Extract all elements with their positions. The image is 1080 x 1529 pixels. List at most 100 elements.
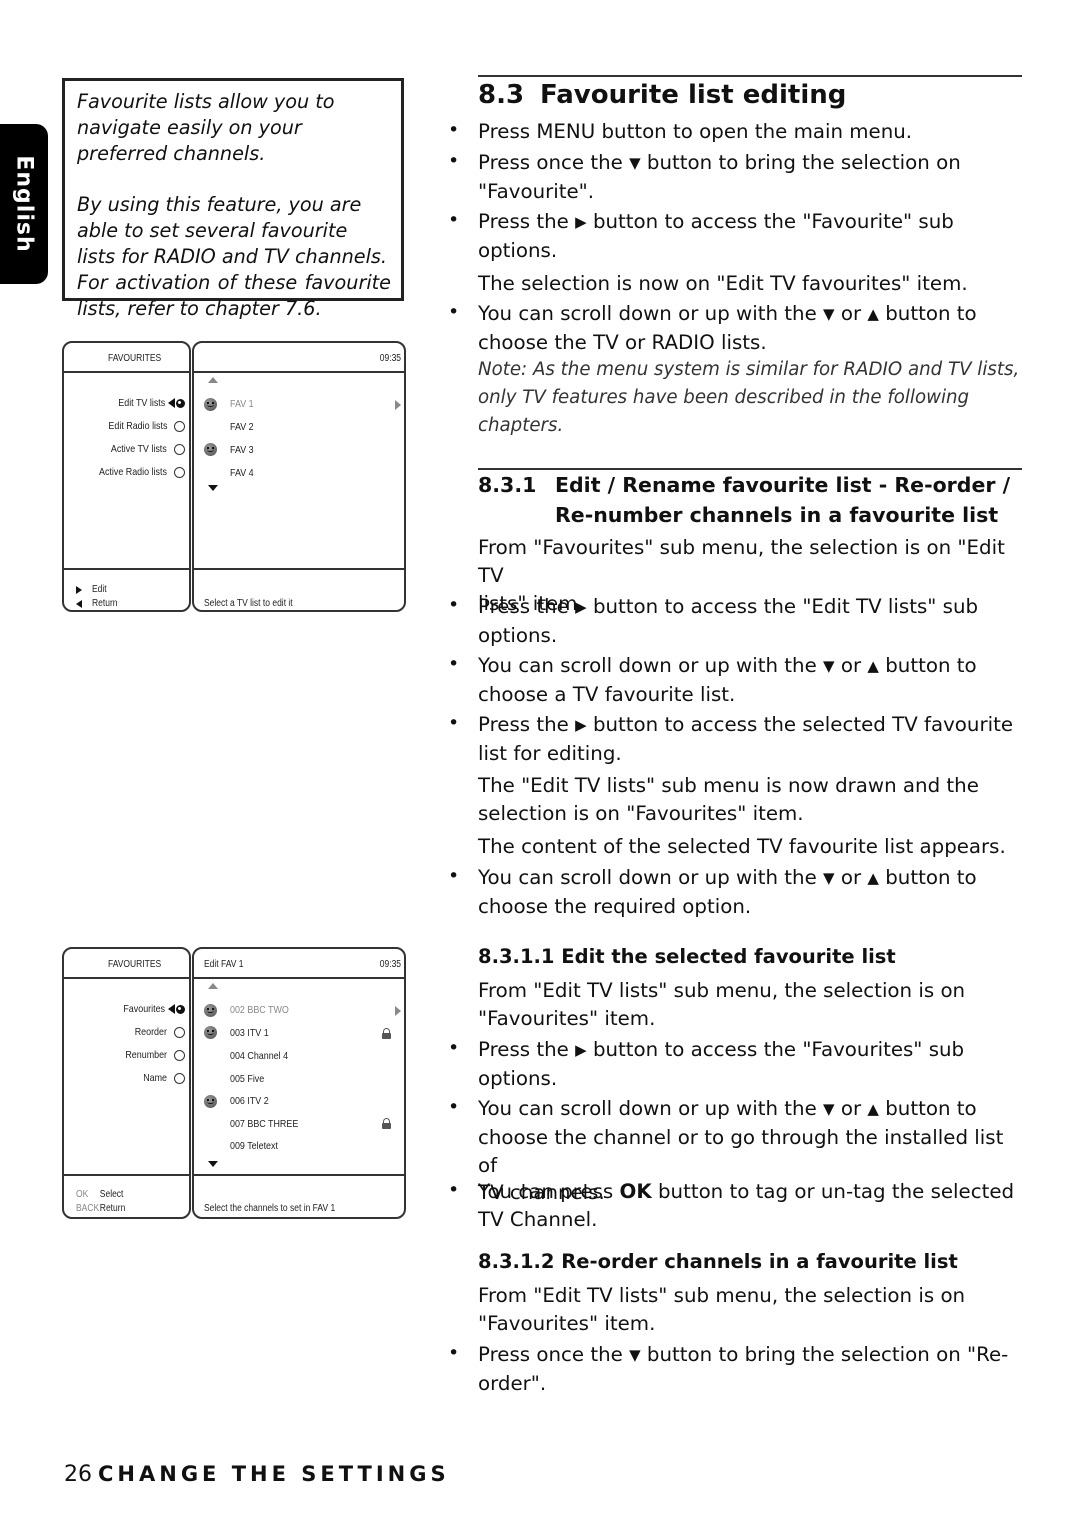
menu-item-reorder[interactable]: Reorder	[129, 1026, 185, 1038]
footer-key-select: OK Select	[76, 1189, 124, 1200]
selection-info: The selection is now on "Edit TV favouri…	[478, 272, 968, 295]
step-select-favourite: Press once the ▼ button to bring the sel…	[478, 151, 961, 203]
right-arrow-icon: ▶	[575, 598, 587, 616]
bullet: •	[448, 653, 460, 675]
down-arrow-icon: ▼	[823, 305, 835, 323]
up-arrow-icon: ▲	[867, 1100, 879, 1118]
radio-icon	[174, 466, 185, 478]
channel-item[interactable]: 005 Five	[230, 1073, 264, 1085]
channel-item[interactable]: 009 Teletext	[230, 1140, 278, 1152]
radio-icon	[174, 443, 185, 455]
intro-paragraph-1: Favourite lists allow you to navigate ea…	[77, 90, 335, 165]
bullet: •	[448, 301, 460, 323]
step: You can scroll down or up with the ▼ or …	[478, 654, 977, 706]
intro-paragraph-2: By using this feature, you are able to s…	[77, 193, 388, 268]
scroll-up-icon[interactable]	[208, 377, 218, 383]
scroll-down-icon[interactable]	[208, 1161, 218, 1167]
clock: 09:35	[379, 353, 401, 364]
menu-right-pane: Edit FAV 1 09:35 002 BBC TWO 003 ITV 1 0…	[192, 947, 406, 1219]
menu-item-active-tv-lists[interactable]: Active TV lists	[101, 443, 185, 455]
scroll-up-icon[interactable]	[208, 983, 218, 989]
channel-item[interactable]: 004 Channel 4	[230, 1050, 288, 1062]
tv-menu-screenshot-edit-fav: FAVOURITES Favourites Reorder Renumber N…	[62, 947, 406, 1219]
channel-item[interactable]: 003 ITV 1	[230, 1027, 269, 1039]
ok-key-label: OK	[619, 1180, 652, 1203]
left-pane-header: FAVOURITES	[108, 959, 162, 970]
intro-paragraph-3: For activation of these favourite lists,…	[77, 271, 391, 320]
bullet: •	[448, 594, 460, 616]
down-arrow-icon: ▼	[629, 154, 641, 172]
step: Press once the ▼ button to bring the sel…	[478, 1343, 1009, 1395]
menu-left-pane: FAVOURITES Favourites Reorder Renumber N…	[62, 947, 191, 1219]
menu-item-edit-tv-lists[interactable]: Edit TV lists	[110, 397, 185, 409]
up-arrow-icon: ▲	[867, 869, 879, 887]
right-arrow-icon	[76, 585, 82, 594]
list-item[interactable]: FAV 2	[230, 421, 254, 433]
radio-icon	[174, 1072, 185, 1084]
menu-item-name[interactable]: Name	[139, 1072, 185, 1084]
menu-item-active-radio-lists[interactable]: Active Radio lists	[87, 466, 185, 478]
right-arrow-icon: ▶	[575, 716, 587, 734]
step: You can scroll down or up with the ▼ or …	[478, 866, 977, 918]
radio-icon	[174, 1049, 185, 1061]
left-arrow-icon	[76, 599, 82, 608]
bullet: •	[448, 1037, 460, 1059]
radio-icon	[174, 420, 185, 432]
page-footer: 26 CHANGE THE SETTINGS	[64, 1462, 450, 1487]
bullet: •	[448, 1342, 460, 1364]
footer-key-return: BACKReturn	[76, 1203, 126, 1214]
radio-icon	[174, 1026, 185, 1038]
down-arrow-icon: ▼	[823, 869, 835, 887]
smiley-tag-icon	[204, 1004, 217, 1017]
smiley-tag-icon	[204, 398, 217, 411]
section-heading-8-3-1: 8.3.1 Edit / Rename favourite list - Re-o…	[478, 473, 1011, 527]
footer-key-edit: Edit	[76, 584, 109, 595]
note-text: Note: As the menu system is similar for …	[478, 359, 1020, 436]
right-arrow-icon	[395, 400, 401, 410]
list-item[interactable]: FAV 3	[230, 444, 254, 456]
bullet: •	[448, 1096, 460, 1118]
status-hint: Select a TV list to edit it	[204, 598, 293, 609]
clock: 09:35	[379, 959, 401, 970]
status-hint: Select the channels to set in FAV 1	[204, 1203, 336, 1214]
down-arrow-icon: ▼	[823, 657, 835, 675]
step-access-favourite: Press the ▶ button to access the "Favour…	[478, 210, 954, 262]
section-heading-8-3: 8.3 Favourite list editing	[478, 80, 847, 110]
menu-item-renumber[interactable]: Renumber	[118, 1049, 185, 1061]
list-item[interactable]: FAV 1	[230, 398, 254, 410]
menu-item-edit-radio-lists[interactable]: Edit Radio lists	[98, 420, 185, 432]
menu-item-favourites[interactable]: Favourites	[116, 1003, 185, 1015]
selected-indicator-icon	[168, 398, 185, 408]
bullet: •	[448, 209, 460, 231]
channel-item[interactable]: 007 BBC THREE	[230, 1118, 298, 1130]
bullet: •	[448, 1179, 460, 1201]
lock-icon	[382, 1028, 391, 1039]
smiley-tag-icon	[204, 1095, 217, 1108]
page-number: 26	[64, 1462, 92, 1487]
channel-item[interactable]: 002 BBC TWO	[230, 1004, 289, 1016]
right-arrow-icon: ▶	[575, 1041, 587, 1059]
smiley-tag-icon	[204, 443, 217, 456]
step-scroll-lists: You can scroll down or up with the ▼ or …	[478, 302, 977, 354]
smiley-tag-icon	[204, 1026, 217, 1039]
scroll-down-icon[interactable]	[208, 485, 218, 491]
bullet: •	[448, 119, 460, 141]
step: Press the ▶ button to access the "Favour…	[478, 1038, 965, 1090]
list-item[interactable]: FAV 4	[230, 467, 254, 479]
left-pane-header: FAVOURITES	[108, 353, 162, 364]
menu-right-pane: 09:35 FAV 1 FAV 2 FAV 3 FAV 4 Select a T…	[192, 341, 406, 612]
language-tab: English	[0, 124, 48, 284]
language-tab-label: English	[11, 155, 37, 253]
up-arrow-icon: ▲	[867, 657, 879, 675]
paragraph: From "Edit TV lists" sub menu, the selec…	[478, 979, 966, 1030]
step: Press the ▶ button to access the "Edit T…	[478, 595, 979, 647]
up-arrow-icon: ▲	[867, 305, 879, 323]
step-open-menu: Press MENU button to open the main menu.	[478, 120, 913, 143]
paragraph: The "Edit TV lists" sub menu is now draw…	[478, 774, 979, 825]
tv-menu-screenshot-favourites: FAVOURITES Edit TV lists Edit Radio list…	[62, 341, 406, 612]
section-heading-8-3-1-2: 8.3.1.2 Re-order channels in a favourite…	[478, 1250, 958, 1273]
down-arrow-icon: ▼	[823, 1100, 835, 1118]
down-arrow-icon: ▼	[629, 1346, 641, 1364]
channel-item[interactable]: 006 ITV 2	[230, 1095, 269, 1107]
selected-indicator-icon	[168, 1004, 185, 1014]
